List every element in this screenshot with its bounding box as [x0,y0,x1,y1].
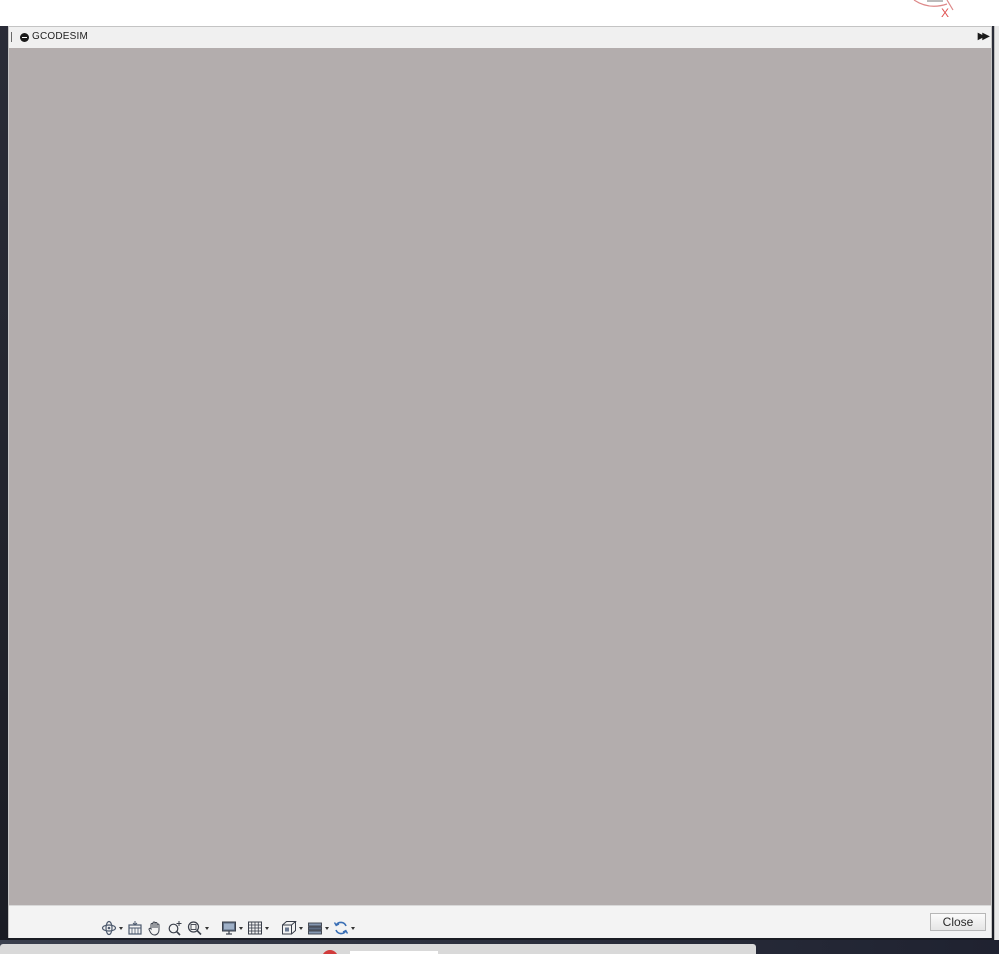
zoom-window-icon [187,921,202,936]
pan-tool-button[interactable] [147,918,163,938]
layers-icon [308,922,322,935]
chevron-down-icon[interactable] [119,927,123,930]
navigation-toolbar: Close [9,905,991,938]
chevron-down-icon[interactable] [351,927,355,930]
zoom-tool-button[interactable] [167,918,183,938]
look-at-tool-button[interactable] [127,918,143,938]
background-window-edge [994,26,999,940]
grid-icon [248,921,262,935]
axis-x-label: X [941,6,950,20]
nav-tools-group [101,918,359,938]
display-settings-icon [222,921,236,935]
dialog-title: GCODESIM [32,31,89,42]
chevron-down-icon[interactable] [299,927,303,930]
refresh-tool-button[interactable] [333,918,355,938]
zoom-window-tool-button[interactable] [187,918,209,938]
close-button[interactable]: Close [930,913,986,931]
desktop-background: X GCODESIM ▶▶ Close [0,0,999,954]
grid-tool-button[interactable] [247,918,269,938]
chevron-down-icon[interactable] [265,927,269,930]
double-chevron-right-icon[interactable]: ▶▶ [978,31,991,43]
orbit-icon [101,920,117,936]
app-canvas-top: X [0,0,999,26]
drag-grip-icon[interactable] [11,32,12,42]
simulation-viewport[interactable] [9,48,991,905]
look-at-icon [128,921,142,935]
zoom-in-icon [168,921,182,936]
axis-indicator-icon [913,0,954,11]
view-cube-icon [282,921,297,935]
gcodesim-dialog: GCODESIM ▶▶ Close [8,26,992,938]
chevron-down-icon[interactable] [325,927,329,930]
layers-tool-button[interactable] [307,918,329,938]
orbit-tool-button[interactable] [101,918,123,938]
chevron-down-icon[interactable] [205,927,209,930]
display-settings-tool-button[interactable] [221,918,243,938]
dialog-titlebar[interactable]: GCODESIM ▶▶ [9,27,991,49]
pan-hand-icon [148,921,160,936]
chevron-down-icon[interactable] [239,927,243,930]
refresh-icon [333,921,349,935]
view-cube-tool-button[interactable] [281,918,303,938]
collapse-circle-icon[interactable] [20,33,29,42]
